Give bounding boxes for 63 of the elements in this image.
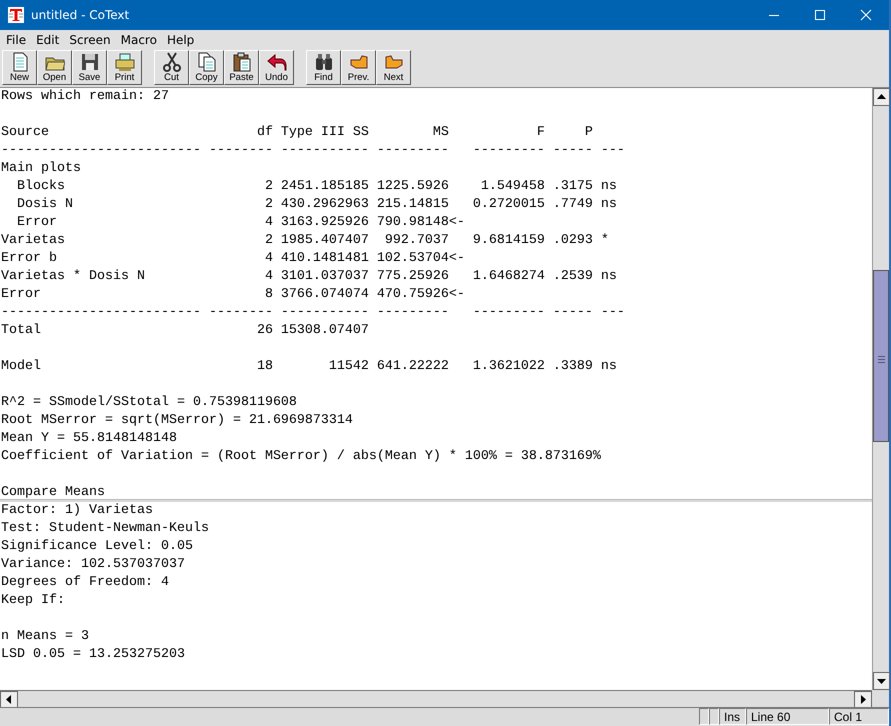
undo-arrow-icon: [266, 52, 286, 72]
menu-item[interactable]: Screen: [64, 32, 116, 47]
scroll-right-icon: [854, 691, 872, 708]
printer-icon: [114, 52, 134, 72]
text-line: R^2 = SSmodel/SStotal = 0.75398119608: [0, 394, 298, 412]
scroll-thumb[interactable]: [873, 270, 889, 442]
toolbar-button[interactable]: Save: [72, 50, 107, 85]
text-line: Dosis N 2 430.2962963 215.14815 0.2720015 .7749 ns: [16, 196, 618, 214]
toolbar-button[interactable]: Print: [107, 50, 142, 85]
scroll-left-icon: [0, 691, 18, 708]
text-line: Coefficient of Variation = (Root MSerror) / abs(Mean Y) * 100% = 38.873169%: [0, 448, 602, 466]
text-line: Blocks 2 2451.185185 1225.5926 1.549458 .3175 ns: [16, 178, 618, 196]
toolbar-button[interactable]: Find: [306, 50, 341, 85]
toolbar-button[interactable]: Cut: [154, 50, 189, 85]
text-line: Significance Level: 0.05: [0, 538, 194, 556]
menu-item[interactable]: Edit: [31, 32, 64, 47]
menu-item[interactable]: Help: [162, 32, 200, 47]
text-line: Error 8 3766.074074 470.75926<-: [0, 286, 466, 304]
text-line: Error 4 3163.925926 790.98148<-: [16, 214, 466, 232]
toolbar-button[interactable]: Undo: [259, 50, 294, 85]
text-line: Error b 4 410.1481481 102.53704<-: [0, 250, 466, 268]
text-line: Rows which remain: 27: [0, 88, 170, 106]
text-line: Variance: 102.537037037: [0, 556, 186, 574]
text-line: Keep If:: [0, 592, 66, 610]
toolbar-button[interactable]: New: [2, 50, 37, 85]
vertical-scrollbar[interactable]: [872, 88, 889, 690]
text-line: Model 18 11542 641.22222 1.3621022 .3389 ns: [0, 358, 618, 376]
copy-icon: [196, 52, 216, 72]
grip-icon: [878, 356, 884, 363]
text-line: Main plots: [0, 160, 82, 178]
text-line: Mean Y = 55.8148148148: [0, 430, 178, 448]
text-line: Varietas * Dosis N 4 3101.037037 775.25926 1.6468274 .2539 ns: [0, 268, 618, 286]
text-line: ------------------------- -------- ----------- --------- --------- ----- ---: [0, 304, 626, 322]
text-line: Test: Student-Newman-Keuls: [0, 520, 210, 538]
menu-item[interactable]: Macro: [116, 32, 162, 47]
horizontal-scrollbar[interactable]: [0, 690, 872, 708]
toolbar-button[interactable]: Next: [376, 50, 411, 85]
window-title: untitled - CoText: [31, 8, 130, 22]
scissors-icon: [162, 52, 182, 72]
text-line: LSD 0.05 = 13.253275203: [0, 646, 186, 664]
status-panel: Ins: [719, 708, 746, 726]
toolbar-button[interactable]: Paste: [224, 50, 259, 85]
text-line: Factor: 1) Varietas: [0, 502, 154, 520]
toolbar-button[interactable]: Open: [37, 50, 72, 85]
text-line: Degrees of Freedom: 4: [0, 574, 170, 592]
text-line: Root MSerror = sqrt(MSerror) = 21.6969873314: [0, 412, 354, 430]
text-line: Varietas 2 1985.407407 992.7037 9.6814159 .0293 *: [0, 232, 610, 250]
text-line: ------------------------- -------- ----------- --------- --------- ----- ---: [0, 142, 626, 160]
text-line: Total 26 15308.07407: [0, 322, 370, 340]
text-line: Source df Type III SS MS F P: [0, 124, 594, 142]
text-line: n Means = 3: [0, 628, 90, 646]
status-panel: Line 60: [746, 708, 829, 726]
clipboard-icon: [232, 52, 252, 72]
scroll-down-icon: [873, 672, 890, 690]
status-panel: Col 1: [829, 708, 889, 726]
toolbar-button[interactable]: Copy: [189, 50, 224, 85]
app-icon: [8, 7, 24, 23]
binoculars-icon: [314, 52, 334, 72]
text-area[interactable]: [0, 88, 872, 690]
text-line: Compare Means: [0, 484, 106, 502]
scroll-up-icon: [873, 88, 890, 106]
toolbar-button[interactable]: Prev.: [341, 50, 376, 85]
menu-item[interactable]: File: [1, 32, 32, 47]
